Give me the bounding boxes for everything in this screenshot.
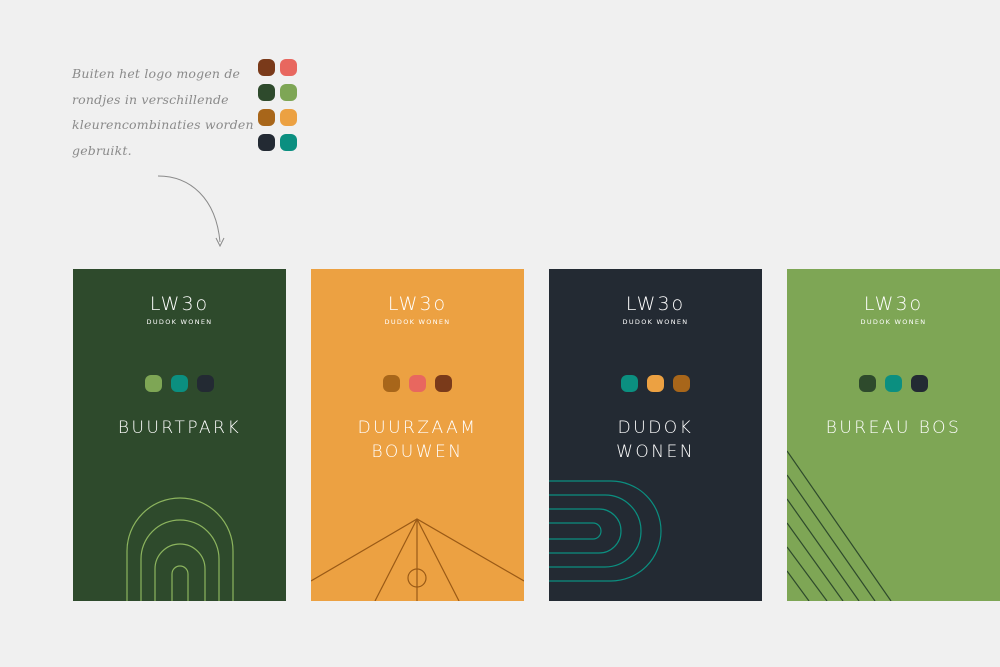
swatch-dot (258, 109, 275, 126)
color-dot (145, 375, 162, 392)
color-dot (673, 375, 690, 392)
logo-subtitle: DUDOK WONEN (622, 318, 689, 326)
logo-subtitle: DUDOK WONEN (146, 318, 213, 326)
logo-mark: LW3o (863, 293, 924, 315)
swatch-dot (280, 84, 297, 101)
usage-note: Buiten het logo mogen de rondjes in vers… (72, 61, 257, 163)
color-swatches (258, 59, 297, 159)
swatch-dot (258, 59, 275, 76)
logo-mark: LW3o (387, 293, 448, 315)
card-title: BUURTPARK (73, 416, 286, 440)
logo: LW3o DUDOK WONEN (311, 293, 524, 326)
card-dots (549, 375, 762, 392)
swatch-pair (258, 84, 297, 101)
card-title: BUREAU BOS (787, 416, 1000, 440)
logo: LW3o DUDOK WONEN (787, 293, 1000, 326)
card-bureau-bos: LW3o DUDOK WONEN BUREAU BOS (787, 269, 1000, 601)
title-line: DUDOK (617, 418, 694, 438)
swatch-pair (258, 109, 297, 126)
card-duurzaam-bouwen: LW3o DUDOK WONEN DUURZAAM BOUWEN (311, 269, 524, 601)
card-title: DUDOK WONEN (549, 416, 762, 464)
color-dot (383, 375, 400, 392)
logo-subtitle: DUDOK WONEN (384, 318, 451, 326)
card-title: DUURZAAM BOUWEN (311, 416, 524, 464)
color-dot (647, 375, 664, 392)
title-line: WONEN (616, 442, 695, 462)
note-line: gebruikt. (72, 142, 132, 158)
color-dot (859, 375, 876, 392)
title-line: BOUWEN (371, 442, 464, 462)
note-line: Buiten het logo mogen de (72, 66, 241, 81)
card-dots (787, 375, 1000, 392)
card-dots (73, 375, 286, 392)
color-dot (911, 375, 928, 392)
color-dot (435, 375, 452, 392)
note-line: rondjes in verschillende (72, 91, 229, 107)
swatch-pair (258, 134, 297, 151)
color-dot (621, 375, 638, 392)
swatch-dot (280, 109, 297, 126)
note-line: kleurencombinaties worden (72, 117, 254, 132)
swatch-dot (258, 134, 275, 151)
color-dot (885, 375, 902, 392)
logo-mark: LW3o (625, 293, 686, 315)
title-line: BUURTPARK (117, 418, 242, 438)
swatch-pair (258, 59, 297, 76)
swatch-dot (280, 134, 297, 151)
color-dot (171, 375, 188, 392)
color-dot (409, 375, 426, 392)
title-line: DUURZAAM (357, 418, 478, 438)
logo-subtitle: DUDOK WONEN (860, 318, 927, 326)
logo: LW3o DUDOK WONEN (73, 293, 286, 326)
swatch-dot (258, 84, 275, 101)
card-dudok-wonen: LW3o DUDOK WONEN DUDOK WONEN (549, 269, 762, 601)
card-buurtpark: LW3o DUDOK WONEN BUURTPARK (73, 269, 286, 601)
curved-arrow-icon (157, 175, 225, 248)
color-dot (197, 375, 214, 392)
logo: LW3o DUDOK WONEN (549, 293, 762, 326)
logo-mark: LW3o (149, 293, 210, 315)
title-line: BUREAU BOS (825, 418, 962, 438)
swatch-dot (280, 59, 297, 76)
card-dots (311, 375, 524, 392)
